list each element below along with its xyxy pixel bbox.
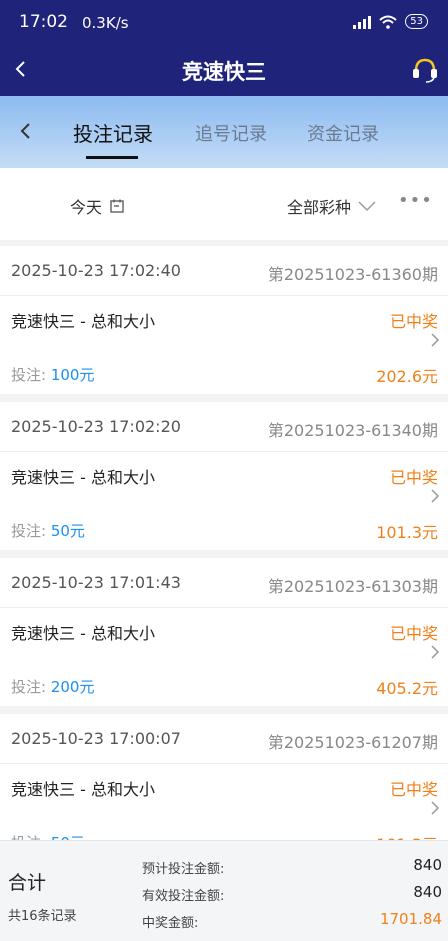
wifi-icon — [379, 15, 397, 29]
record-header: 2025-10-23 17:02:40 第20251023-61360期 — [0, 246, 448, 296]
date-filter[interactable]: 今天 — [70, 194, 124, 218]
lottery-type-label: 全部彩种 — [287, 198, 352, 217]
status-icons: 53 — [353, 14, 428, 29]
support-button[interactable] — [408, 54, 442, 86]
record-prize: 405.2元 — [376, 679, 438, 698]
chevron-down-icon — [358, 201, 376, 211]
record-game-name: 竞速快三 - 总和大小 — [11, 468, 155, 487]
lottery-type-filter[interactable]: 全部彩种 — [287, 194, 377, 218]
bet-record-card[interactable]: 2025-10-23 17:02:20 第20251023-61340期 竞速快… — [0, 402, 448, 550]
chevron-right-icon — [431, 333, 440, 347]
filter-bar: 今天 全部彩种 ••• — [0, 168, 448, 240]
stake-label: 投注: — [11, 366, 47, 384]
tab-bet-records[interactable]: 投注记录 — [73, 118, 153, 147]
expected-bet-value: 840 — [413, 856, 442, 874]
record-period: 第20251023-61303期 — [267, 577, 438, 596]
record-game-name: 竞速快三 - 总和大小 — [11, 780, 155, 799]
signal-icon — [353, 15, 372, 29]
calendar-icon — [110, 199, 124, 213]
record-prize: 101.3元 — [376, 523, 438, 542]
record-game-name: 竞速快三 - 总和大小 — [11, 312, 155, 331]
record-status: 已中奖 — [389, 624, 438, 643]
battery-icon: 53 — [405, 14, 428, 29]
win-amount-label: 中奖金额: — [142, 916, 199, 931]
record-header: 2025-10-23 17:02:20 第20251023-61340期 — [0, 402, 448, 452]
record-prize: 202.6元 — [376, 367, 438, 386]
win-amount-value: 1701.84 — [379, 910, 442, 928]
record-status: 已中奖 — [389, 312, 438, 331]
record-period: 第20251023-61360期 — [267, 265, 438, 284]
record-period: 第20251023-61340期 — [267, 421, 438, 440]
record-stake: 投注: 50元 — [11, 520, 85, 541]
page-title: 竞速快三 — [182, 60, 266, 84]
chevron-left-icon — [20, 123, 30, 139]
chevron-right-icon — [431, 489, 440, 503]
tab-fund-records[interactable]: 资金记录 — [307, 120, 379, 146]
summary-footer: 合计 共16条记录 预计投注金额: 840 有效投注金额: 840 中奖金额: … — [0, 840, 448, 941]
valid-bet-value: 840 — [413, 883, 442, 901]
valid-bet-label: 有效投注金额: — [142, 889, 225, 904]
status-time: 17:02 — [19, 12, 68, 32]
record-header: 2025-10-23 17:01:43 第20251023-61303期 — [0, 558, 448, 608]
chevron-right-icon — [431, 645, 440, 659]
stake-amount: 50元 — [50, 522, 85, 540]
record-status: 已中奖 — [389, 780, 438, 799]
stake-label: 投注: — [11, 522, 47, 540]
tab-chase-records[interactable]: 追号记录 — [195, 120, 267, 146]
stake-amount: 200元 — [50, 678, 95, 696]
summary-record-count: 共16条记录 — [8, 909, 77, 924]
record-header: 2025-10-23 17:00:07 第20251023-61207期 — [0, 714, 448, 764]
record-datetime: 2025-10-23 17:02:20 — [11, 417, 181, 436]
record-status: 已中奖 — [389, 468, 438, 487]
record-datetime: 2025-10-23 17:02:40 — [11, 261, 181, 280]
record-game-name: 竞速快三 - 总和大小 — [11, 624, 155, 643]
stake-label: 投注: — [11, 678, 47, 696]
expected-bet-label: 预计投注金额: — [142, 862, 225, 877]
record-stake: 投注: 100元 — [11, 364, 94, 385]
record-stake: 投注: 200元 — [11, 676, 94, 697]
status-bar: 17:02 0.3K/s 53 — [0, 0, 448, 44]
more-options-button[interactable]: ••• — [398, 190, 433, 211]
record-period: 第20251023-61207期 — [267, 733, 438, 752]
record-datetime: 2025-10-23 17:00:07 — [11, 729, 181, 748]
network-speed: 0.3K/s — [82, 14, 129, 32]
tab-bar: 投注记录 追号记录 资金记录 — [0, 96, 448, 168]
summary-total-label: 合计 — [8, 872, 47, 894]
app-bar: 竞速快三 — [0, 44, 448, 96]
bet-record-card[interactable]: 2025-10-23 17:02:40 第20251023-61360期 竞速快… — [0, 246, 448, 394]
tab-back-button[interactable] — [12, 116, 38, 146]
stake-amount: 100元 — [50, 366, 95, 384]
headset-icon — [413, 58, 437, 83]
date-filter-label: 今天 — [70, 198, 103, 217]
active-tab-indicator — [86, 156, 138, 159]
bet-record-card[interactable]: 2025-10-23 17:01:43 第20251023-61303期 竞速快… — [0, 558, 448, 706]
record-datetime: 2025-10-23 17:01:43 — [11, 573, 181, 592]
chevron-right-icon — [431, 801, 440, 815]
